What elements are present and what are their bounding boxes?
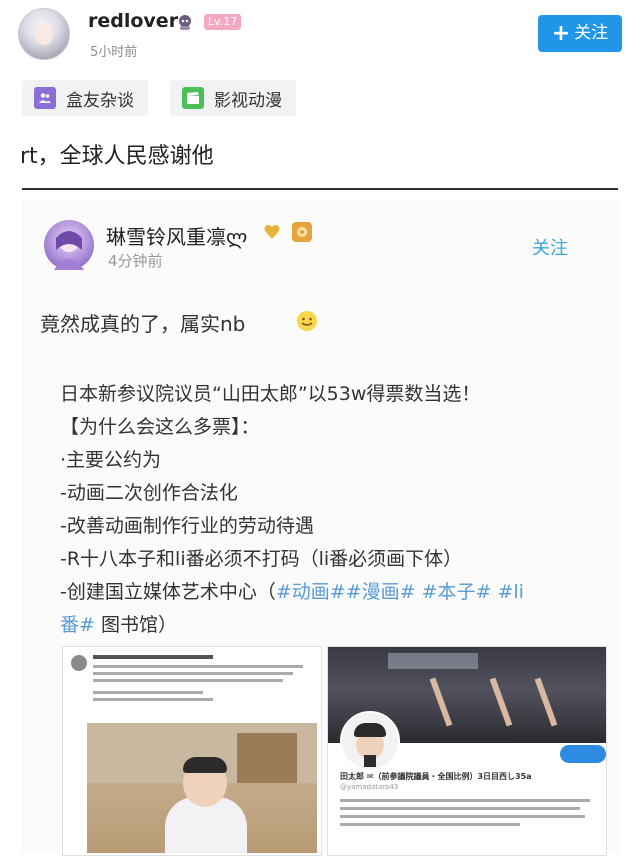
body-line: -动画二次创作合法化	[60, 482, 238, 504]
gold-heart-icon	[262, 222, 282, 242]
profile-tie	[364, 755, 376, 767]
tweet-text-blur	[93, 653, 313, 716]
smile-emoji-icon	[296, 310, 318, 332]
hashtag-text: 番#	[60, 614, 95, 636]
body-text: 图书馆）	[94, 614, 177, 636]
profile-screenshot-right: 田太郎 ✉（前参議院議員・全国比例）3日目西し35a @yamadataro43	[327, 646, 607, 856]
portrait-photo	[87, 723, 317, 853]
follow-button[interactable]: + 关注	[538, 15, 622, 52]
body-line: 日本新参议院议员“山田太郎”以53w得票数当选！	[60, 383, 481, 405]
user-avatar[interactable]	[18, 8, 70, 60]
person-hair	[183, 757, 227, 773]
body-line: -创建国立媒体艺术中心（#动画##漫画# #本子# #li	[60, 576, 524, 609]
profile-handle: @yamadataro43	[340, 783, 399, 791]
profile-name: 田太郎 ✉（前参議院議員・全国比例）3日目西し35a	[340, 772, 532, 781]
body-line: -R十八本子和li番必须不打码（li番必须画下体）	[60, 548, 463, 570]
plus-icon: +	[551, 21, 571, 46]
divider	[22, 188, 618, 190]
profile-hair	[354, 723, 386, 737]
people-icon	[34, 87, 56, 109]
post-time: 5小时前	[90, 45, 138, 60]
gear-badge-icon	[290, 220, 314, 244]
embedded-post-image[interactable]: 琳雪铃风重凛ლ 4分钟前 关注 竟然成真的了，属实nb 日本新参议院议员“山田太…	[22, 200, 620, 856]
embedded-follow-label: 关注	[532, 238, 568, 259]
photo-shelf	[237, 733, 297, 783]
body-text: -创建国立媒体艺术中心（	[60, 581, 276, 603]
character-badge-icon	[176, 13, 194, 31]
tag-anime[interactable]: 影视动漫	[170, 80, 296, 116]
level-badge: Lv.17	[204, 14, 242, 30]
profile-avatar	[340, 711, 400, 771]
embedded-time: 4分钟前	[108, 252, 163, 270]
tag-label: 盒友杂谈	[66, 90, 134, 111]
hashtag-text: #动画##漫画# #本子# #li	[275, 581, 524, 603]
clapperboard-icon	[182, 87, 204, 109]
follow-label: 关注	[574, 23, 609, 43]
tweet-avatar	[71, 655, 87, 671]
embedded-avatar	[44, 220, 94, 270]
profile-bio-blur	[340, 797, 596, 840]
tag-hezayou[interactable]: 盒友杂谈	[22, 80, 148, 116]
embedded-body: 日本新参议院议员“山田太郎”以53w得票数当选！ 【为什么会这么多票】： ·主要…	[60, 378, 524, 642]
avatar-face	[35, 23, 53, 45]
post-body-text: rt，全球人民感谢他	[20, 144, 214, 169]
body-line: 【为什么会这么多票】：	[60, 416, 260, 438]
embedded-username: 琳雪铃风重凛ლ	[106, 225, 248, 249]
tweet-screenshot-left	[62, 646, 322, 856]
body-line: -改善动画制作行业的劳动待遇	[60, 515, 314, 537]
profile-follow-button	[560, 745, 606, 763]
embedded-text: 竟然成真的了，属实nb	[40, 312, 246, 336]
body-line: 番# 图书馆）	[60, 609, 524, 642]
raised-arm	[429, 677, 453, 727]
tag-label: 影视动漫	[214, 90, 282, 111]
raised-arm	[489, 677, 513, 727]
username[interactable]: redlover	[88, 10, 178, 32]
crowd-light	[388, 653, 478, 669]
raised-arm	[534, 677, 558, 727]
body-line: ·主要公约为	[60, 449, 162, 471]
